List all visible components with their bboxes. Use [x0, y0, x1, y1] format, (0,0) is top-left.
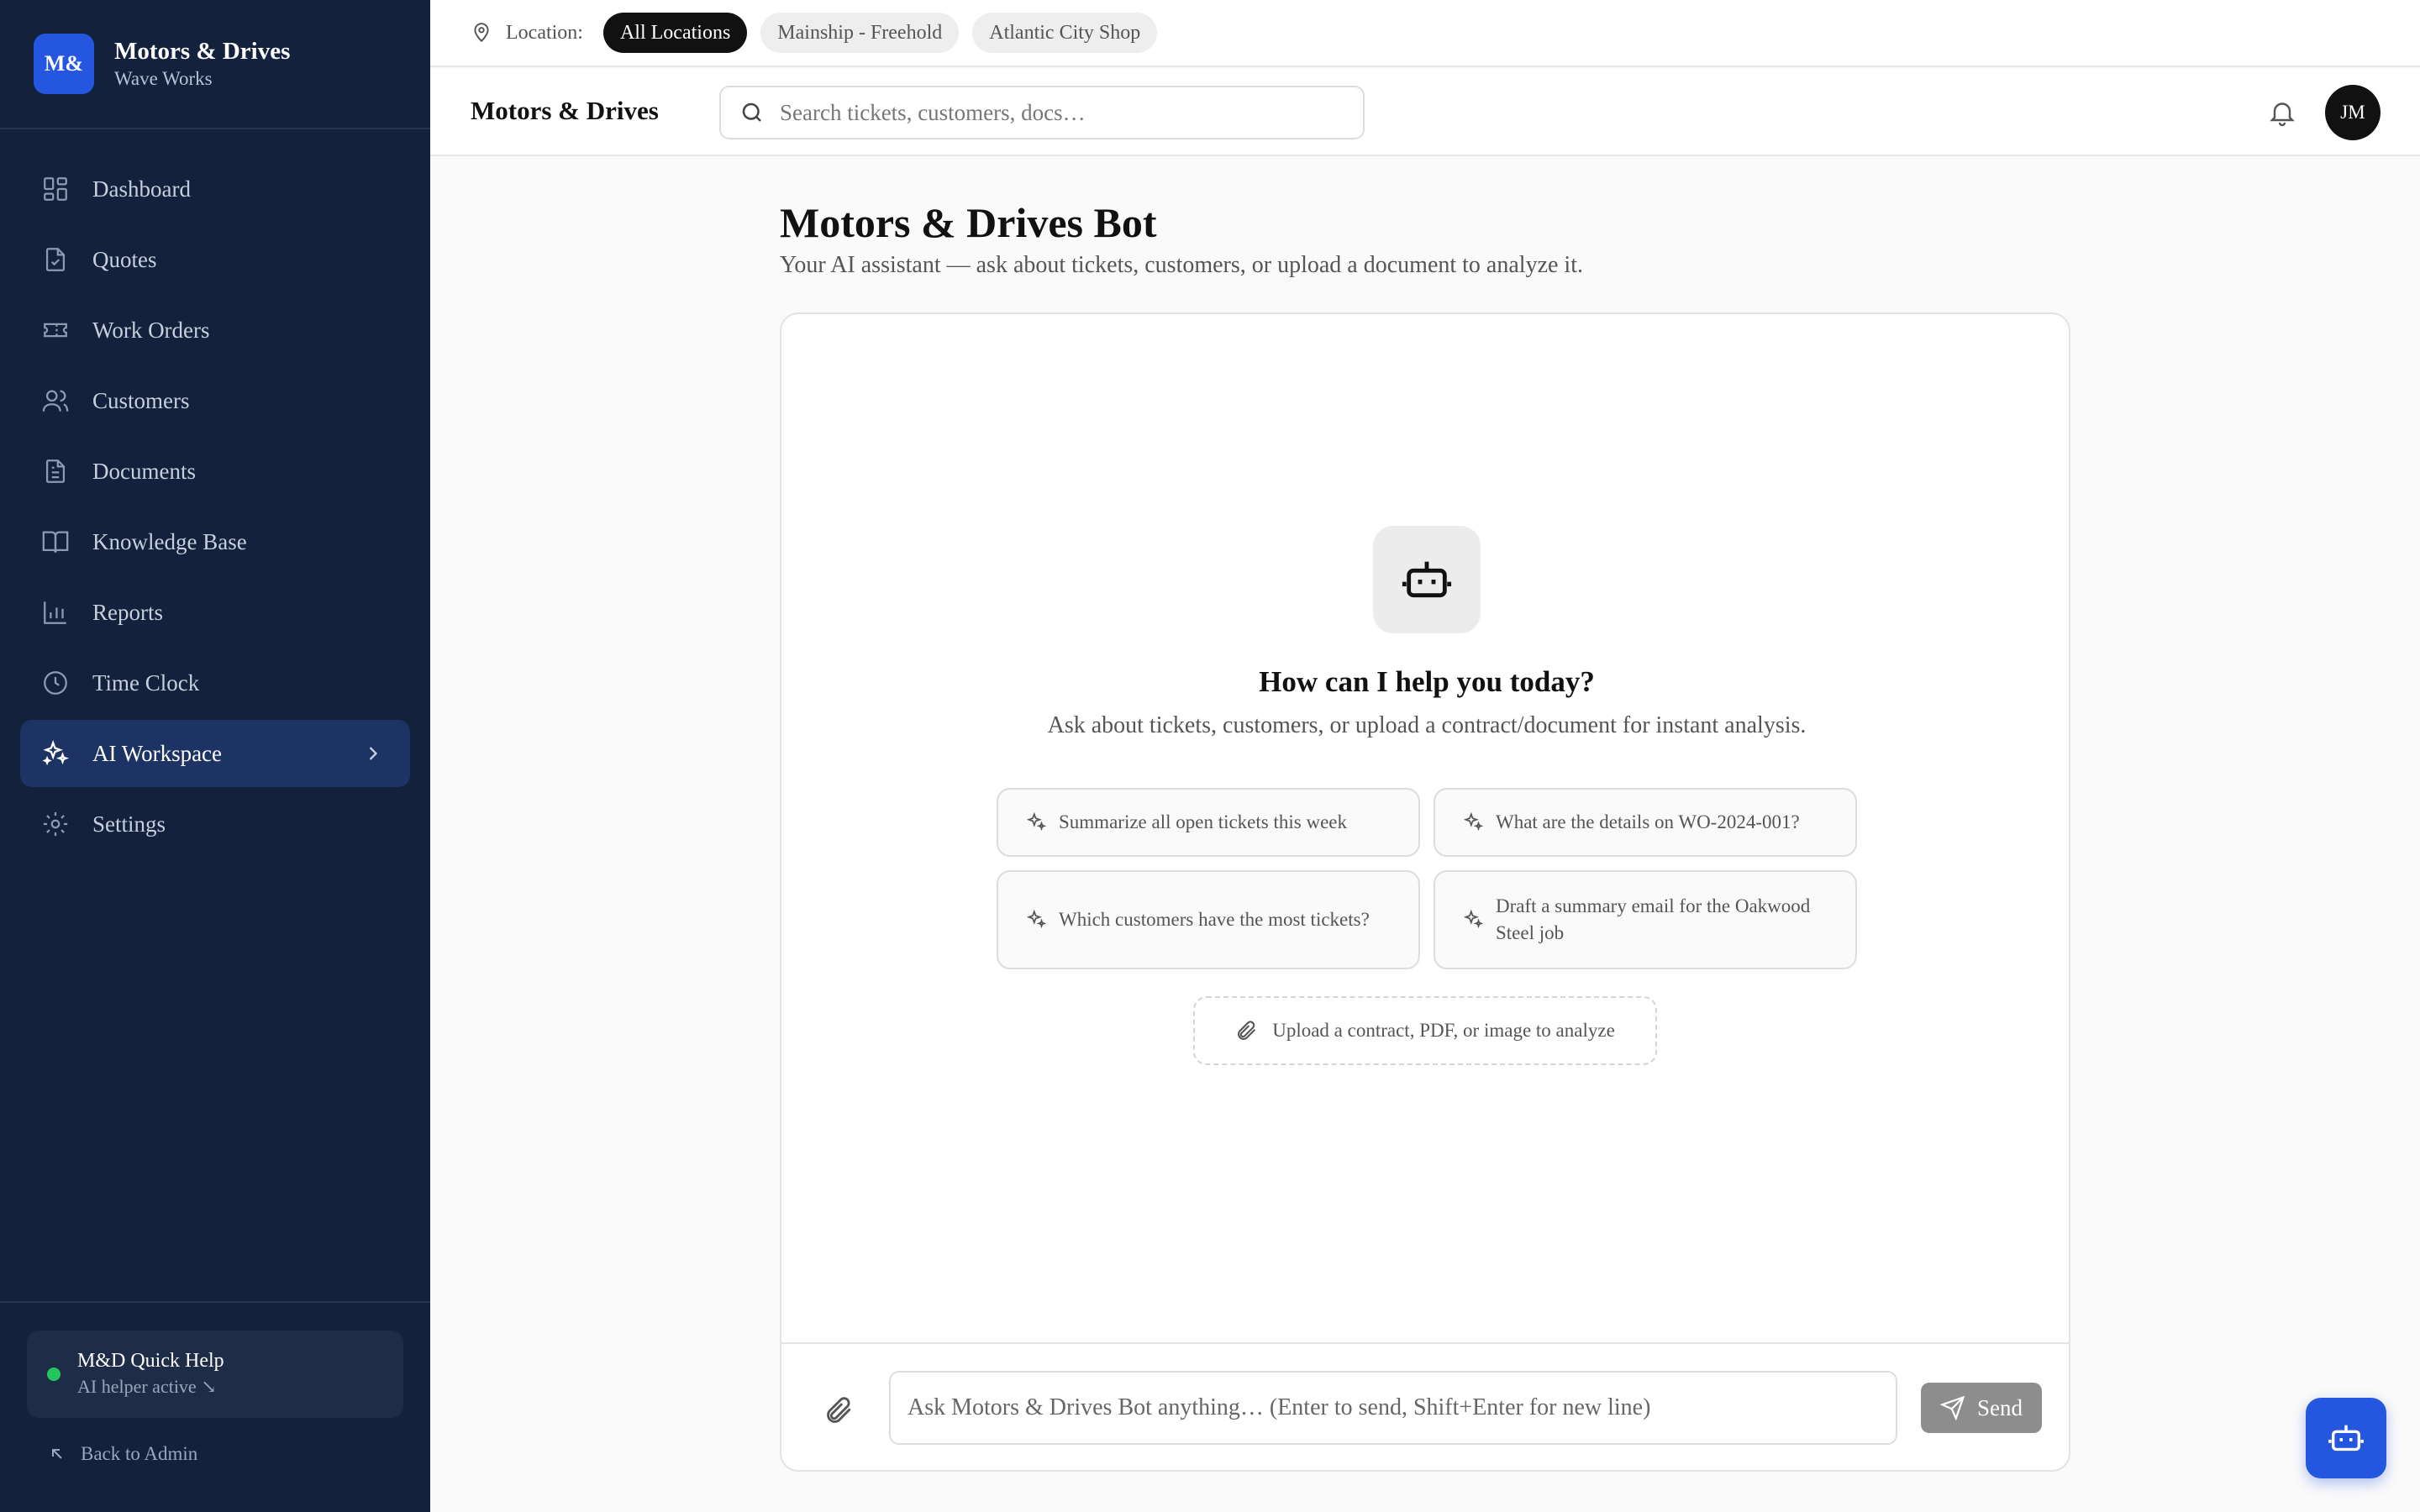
suggestion-chip[interactable]: Summarize all open tickets this week: [997, 788, 1420, 857]
search-icon: [742, 102, 761, 122]
empty-state-subtitle: Ask about tickets, customers, or upload …: [1047, 712, 1807, 738]
sidebar-item-label: AI Workspace: [92, 740, 223, 766]
dashboard-icon: [40, 174, 71, 204]
paperclip-icon[interactable]: [823, 1394, 855, 1426]
sidebar-item-ai-workspace[interactable]: AI Workspace: [20, 720, 410, 787]
bar-chart-icon: [40, 597, 71, 627]
search-box[interactable]: [719, 86, 1365, 139]
suggestion-chip[interactable]: What are the details on WO-2024-001?: [1434, 788, 1857, 857]
message-input[interactable]: [889, 1371, 1897, 1445]
sidebar-divider: [0, 128, 430, 129]
status-dot: [47, 1368, 60, 1381]
sidebar-item-time-clock[interactable]: Time Clock: [20, 649, 410, 717]
suggestion-label: Which customers have the most tickets?: [1059, 909, 1370, 930]
sidebar-item-label: Customers: [92, 387, 190, 413]
document-icon: [40, 456, 71, 486]
bell-icon[interactable]: [2267, 97, 2297, 128]
bot-icon: [1402, 561, 1452, 598]
sparkles-icon: [1026, 811, 1047, 832]
sidebar-item-label: Dashboard: [92, 176, 191, 202]
sidebar: M& Motors & Drives Wave Works Dashboard …: [0, 0, 430, 1512]
paperclip-icon: [1238, 1021, 1256, 1040]
chevron-right-icon: [369, 747, 378, 760]
quick-help-status: AI helper active ↘: [77, 1376, 217, 1397]
brand-logo: M&: [34, 34, 94, 94]
clock-icon: [40, 668, 71, 698]
arrow-up-left-icon: [52, 1449, 62, 1459]
upload-label: Upload a contract, PDF, or image to anal…: [1272, 1020, 1615, 1041]
back-to-admin-label: Back to Admin: [81, 1443, 198, 1464]
sidebar-item-dashboard[interactable]: Dashboard: [20, 155, 410, 223]
top-header: Motors & Drives JM: [430, 69, 2420, 156]
header-title: Motors & Drives: [471, 96, 659, 125]
sidebar-item-quotes[interactable]: Quotes: [20, 226, 410, 293]
sidebar-nav: Dashboard Quotes Work Orders Customers D…: [20, 155, 410, 861]
sidebar-item-label: Time Clock: [92, 669, 200, 696]
brand-title: Motors & Drives: [114, 38, 291, 65]
sidebar-item-settings[interactable]: Settings: [20, 790, 410, 858]
sidebar-item-work-orders[interactable]: Work Orders: [20, 297, 410, 364]
sidebar-item-customers[interactable]: Customers: [20, 367, 410, 434]
bot-icon: [2328, 1425, 2364, 1452]
sidebar-item-reports[interactable]: Reports: [20, 579, 410, 646]
chat-panel: How can I help you today? Ask about tick…: [780, 312, 2070, 1472]
sidebar-item-knowledge-base[interactable]: Knowledge Base: [20, 508, 410, 575]
quote-icon: [40, 244, 71, 275]
suggestion-label: What are the details on WO-2024-001?: [1496, 811, 1800, 832]
sparkles-icon: [1026, 909, 1047, 929]
sparkles-icon: [40, 738, 71, 769]
sidebar-divider: [0, 1301, 430, 1303]
sidebar-item-label: Knowledge Base: [92, 528, 247, 554]
suggestion-chip[interactable]: Draft a summary email for the Oakwood St…: [1434, 870, 1857, 969]
location-chip-mainship[interactable]: Mainship - Freehold: [760, 13, 960, 53]
back-to-admin-link[interactable]: Back to Admin: [47, 1443, 197, 1465]
sidebar-item-documents[interactable]: Documents: [20, 438, 410, 505]
users-icon: [40, 386, 71, 416]
suggestion-label: Summarize all open tickets this week: [1059, 811, 1347, 832]
quick-help-card[interactable]: M&D Quick Help AI helper active ↘: [27, 1331, 403, 1418]
sidebar-item-label: Settings: [92, 811, 166, 837]
sparkles-icon: [1463, 909, 1484, 929]
suggestion-chip[interactable]: Which customers have the most tickets?: [997, 870, 1420, 969]
send-label: Send: [1977, 1394, 2023, 1420]
page-subtitle: Your AI assistant — ask about tickets, c…: [780, 252, 1583, 278]
location-bar: Location: All Locations Mainship - Freeh…: [430, 0, 2420, 67]
location-chip-atlantic-city[interactable]: Atlantic City Shop: [972, 13, 1158, 53]
sidebar-item-label: Work Orders: [92, 317, 210, 343]
empty-state-title: How can I help you today?: [1259, 665, 1595, 698]
suggestion-label: Draft a summary email for the Oakwood St…: [1496, 895, 1811, 943]
quick-help-title: M&D Quick Help: [77, 1350, 224, 1372]
message-composer: Send: [781, 1342, 2069, 1470]
sparkles-icon: [1463, 811, 1484, 832]
bot-avatar-tile: [1373, 526, 1481, 633]
bot-fab-button[interactable]: [2306, 1398, 2386, 1478]
user-avatar[interactable]: JM: [2325, 85, 2381, 140]
upload-dropzone[interactable]: Upload a contract, PDF, or image to anal…: [1193, 996, 1657, 1065]
gear-icon: [40, 809, 71, 839]
location-label: Location:: [506, 21, 583, 44]
sidebar-item-label: Reports: [92, 599, 163, 625]
brand[interactable]: M& Motors & Drives Wave Works: [34, 34, 290, 94]
ticket-icon: [40, 315, 71, 345]
send-icon: [1940, 1395, 1965, 1420]
map-pin-icon: [474, 23, 489, 43]
send-button[interactable]: Send: [1921, 1383, 2042, 1433]
book-icon: [40, 527, 71, 557]
brand-subtitle: Wave Works: [114, 68, 213, 89]
sidebar-item-label: Quotes: [92, 246, 157, 272]
sidebar-item-label: Documents: [92, 458, 196, 484]
search-input[interactable]: [780, 99, 1326, 126]
location-chip-all[interactable]: All Locations: [602, 13, 748, 53]
page-title: Motors & Drives Bot: [780, 199, 1157, 246]
